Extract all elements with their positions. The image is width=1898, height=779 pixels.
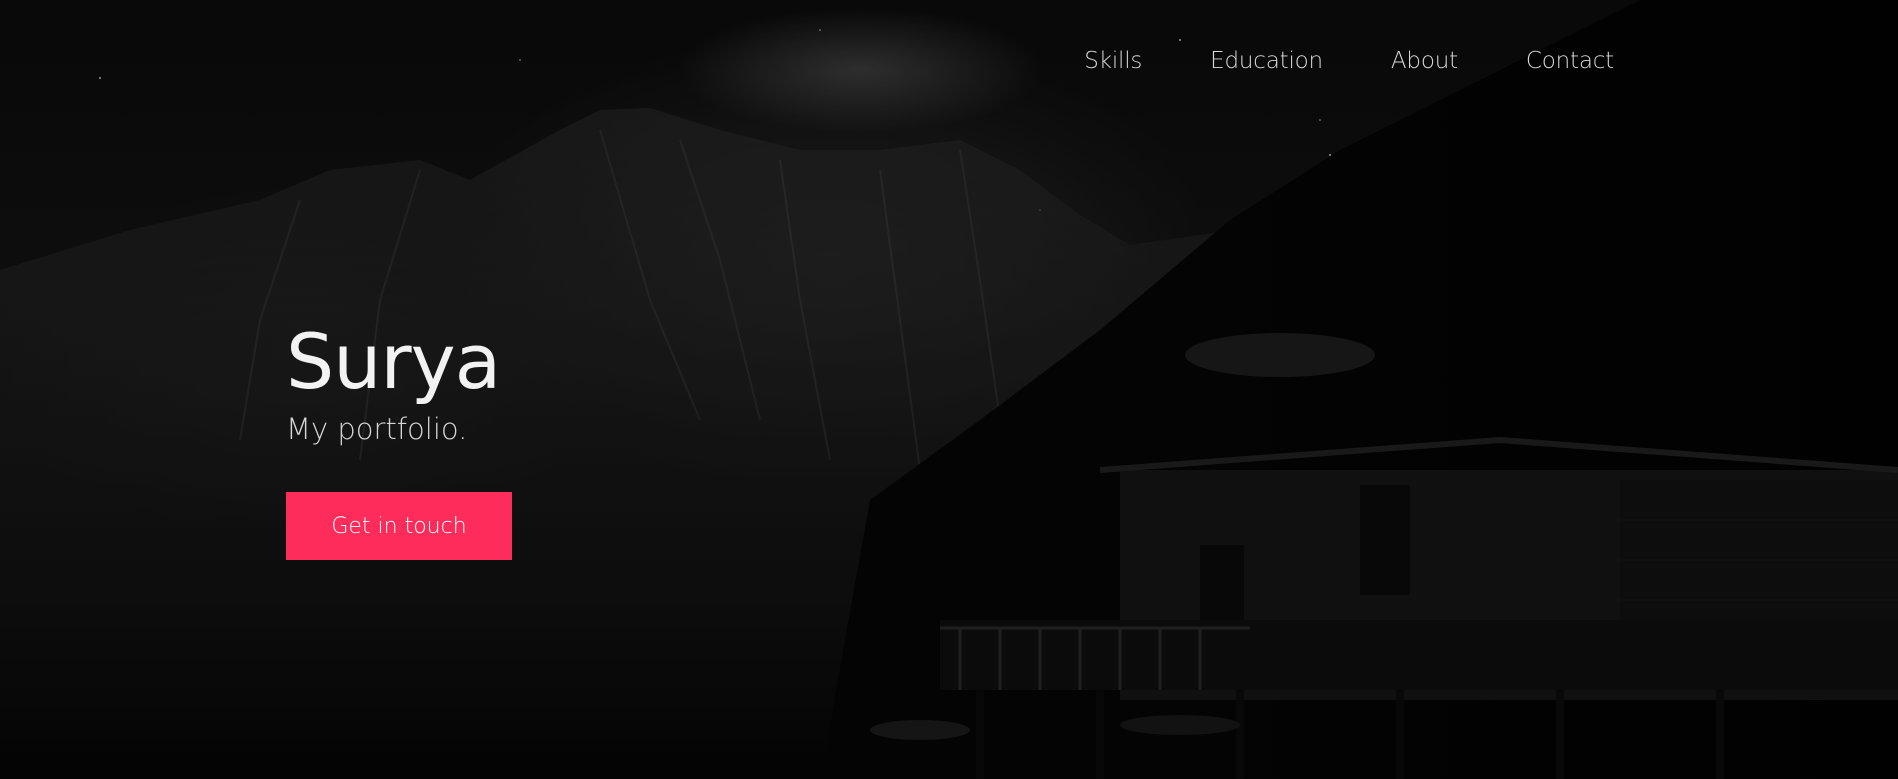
hero-background-image [0, 0, 1898, 779]
nav-link-education[interactable]: Education [1210, 48, 1323, 74]
nav-link-skills[interactable]: Skills [1084, 48, 1142, 74]
hero-title: Surya [286, 317, 501, 406]
main-navigation: Skills Education About Contact [1084, 48, 1614, 74]
get-in-touch-button[interactable]: Get in touch [286, 492, 512, 560]
nav-link-about[interactable]: About [1391, 48, 1458, 74]
nav-link-contact[interactable]: Contact [1526, 48, 1614, 74]
hero-subtitle: My portfolio. [286, 412, 468, 446]
hero-content: Surya My portfolio. Get in touch [286, 318, 512, 560]
hero-section: Skills Education About Contact Surya My … [0, 0, 1898, 779]
